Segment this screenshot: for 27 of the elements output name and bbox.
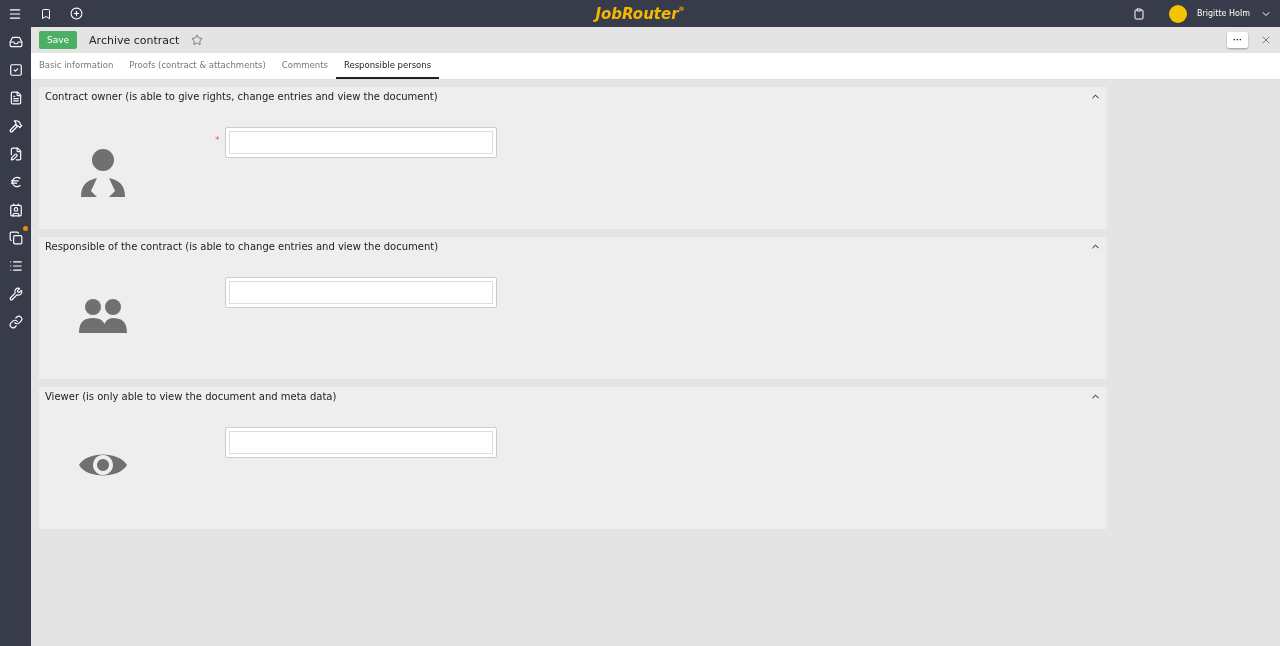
more-button[interactable]: ···	[1227, 32, 1248, 48]
tab[interactable]: Basic information	[31, 53, 122, 79]
section-title: Viewer (is only able to view the document and meta data)	[45, 391, 337, 402]
notification-dot	[22, 226, 28, 231]
sidebar-button[interactable]	[6, 313, 25, 331]
clipboard-icon[interactable]	[1133, 7, 1146, 20]
input-field[interactable]	[225, 127, 497, 158]
input-field[interactable]	[225, 427, 497, 458]
section-title: Contract owner (is able to give rights, change entries and view the document)	[45, 91, 438, 102]
section-title: Responsible of the contract (is able to change entries and view the document)	[45, 241, 439, 252]
user-avatar[interactable]	[1169, 4, 1188, 23]
sidebar-button[interactable]	[6, 117, 25, 135]
star-icon[interactable]	[191, 34, 204, 46]
people-icon	[78, 299, 127, 333]
person-icon	[78, 149, 127, 197]
close-icon[interactable]	[1260, 34, 1272, 46]
user-name[interactable]: Brigitte Holm	[1197, 9, 1250, 18]
required-mark: *	[215, 135, 221, 145]
tab[interactable]: Responsible persons	[335, 53, 440, 79]
input-field[interactable]	[225, 277, 497, 308]
tab[interactable]: Proofs (contract & attachments)	[121, 53, 274, 79]
add-icon[interactable]	[70, 7, 83, 20]
menu-icon[interactable]	[8, 6, 22, 21]
tab[interactable]: Comments	[273, 53, 336, 79]
page-title: Archive contract	[89, 33, 180, 47]
save-button[interactable]: Save	[39, 31, 78, 49]
bookmark-icon[interactable]	[40, 7, 52, 20]
